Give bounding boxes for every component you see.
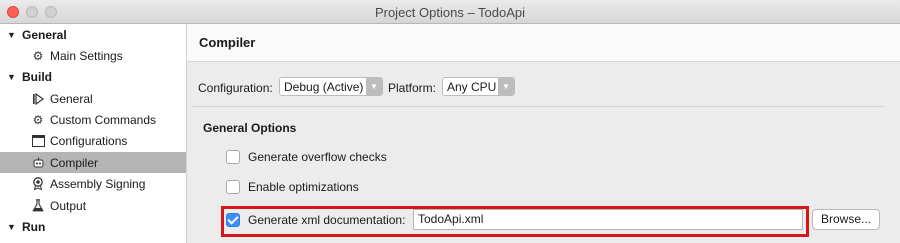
robot-icon [31, 156, 45, 170]
play-bar-icon [31, 92, 45, 106]
flask-icon [31, 199, 45, 213]
sidebar-item-compiler[interactable]: Compiler [0, 152, 186, 173]
xml-documentation-checkbox[interactable] [226, 213, 240, 227]
overflow-checks-label: Generate overflow checks [248, 150, 387, 164]
browse-button[interactable]: Browse... [812, 209, 880, 230]
sidebar-item-output[interactable]: Output [0, 195, 186, 216]
title-bar: Project Options – TodoApi [0, 0, 900, 24]
configuration-label: Configuration: [198, 81, 273, 95]
main-panel: Compiler Configuration: Debug (Active) ▼… [187, 24, 900, 243]
sidebar-item-build-general[interactable]: General [0, 88, 186, 109]
platform-label: Platform: [388, 81, 437, 95]
sidebar-item-custom-commands[interactable]: ⚙ Custom Commands [0, 109, 186, 130]
configuration-select[interactable]: Debug (Active) ▼ [279, 77, 383, 96]
sidebar-item-label: Assembly Signing [50, 176, 146, 191]
window-icon [31, 134, 45, 148]
sidebar-item-label: Main Settings [50, 48, 123, 63]
configuration-value: Debug (Active) [284, 79, 364, 94]
sidebar-group-general[interactable]: ▼ General [0, 24, 186, 45]
sidebar-item-label: Compiler [50, 155, 99, 170]
divider [192, 106, 885, 107]
platform-select[interactable]: Any CPU ▼ [442, 77, 515, 96]
gear-icon: ⚙ [32, 48, 44, 63]
seal-icon [31, 177, 45, 191]
sidebar-item-label: General [50, 91, 93, 106]
chevron-down-icon: ▼ [498, 78, 514, 95]
sidebar-item-label: Output [50, 198, 87, 213]
enable-optimizations-checkbox[interactable] [226, 180, 240, 194]
sidebar-group-build[interactable]: ▼ Build [0, 66, 186, 87]
sidebar-group-label: Build [22, 69, 52, 84]
sidebar-item-assembly-signing[interactable]: Assembly Signing [0, 173, 186, 194]
window-title: Project Options – TodoApi [374, 5, 526, 20]
sidebar-item-main-settings[interactable]: ⚙ Main Settings [0, 45, 186, 66]
sidebar-group-label: General [22, 27, 67, 42]
sidebar-item-label: Custom Commands [50, 112, 157, 127]
sidebar-item-label: Configurations [50, 133, 128, 148]
section-title: General Options [203, 121, 297, 135]
expand-triangle-icon[interactable]: ▼ [7, 222, 16, 232]
panel-header: Compiler [187, 24, 900, 62]
sidebar-item-configurations[interactable]: Configurations [0, 130, 186, 151]
enable-optimizations-label: Enable optimizations [248, 180, 359, 194]
expand-triangle-icon[interactable]: ▼ [7, 30, 16, 40]
expand-triangle-icon[interactable]: ▼ [7, 72, 16, 82]
project-options-window: Project Options – TodoApi ▼ General ⚙ Ma… [0, 0, 900, 243]
chevron-down-icon: ▼ [366, 78, 382, 95]
sidebar-group-label: Run [22, 219, 46, 234]
options-sidebar: ▼ General ⚙ Main Settings ▼ Build Genera… [0, 24, 187, 243]
xml-documentation-input[interactable]: TodoApi.xml [413, 209, 803, 230]
gear-icon: ⚙ [32, 112, 44, 127]
overflow-checks-checkbox[interactable] [226, 150, 240, 164]
xml-documentation-label: Generate xml documentation: [248, 213, 406, 227]
page-title: Compiler [199, 35, 256, 50]
sidebar-group-run[interactable]: ▼ Run [0, 216, 186, 237]
platform-value: Any CPU [447, 79, 497, 94]
